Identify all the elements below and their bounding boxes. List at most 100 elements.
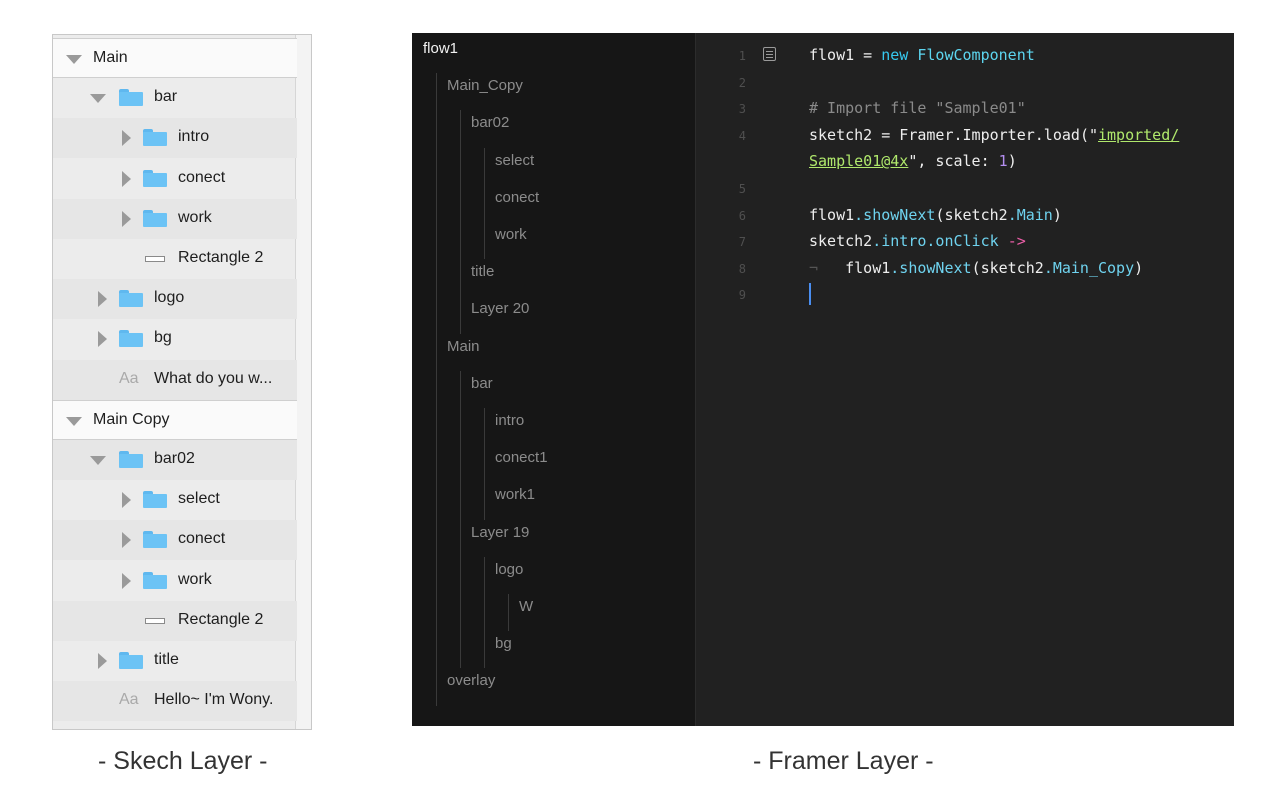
tree-item[interactable]: Main: [447, 338, 480, 355]
layer-row[interactable]: title: [53, 641, 297, 681]
disclosure-right-icon[interactable]: [98, 653, 107, 669]
tree-item[interactable]: bg: [495, 635, 512, 652]
tree-item[interactable]: bar02: [471, 114, 509, 131]
layer-label: conect: [178, 530, 226, 548]
layer-row[interactable]: Rectangle 2: [53, 600, 297, 641]
disclosure-right-icon[interactable]: [122, 170, 131, 187]
code-line[interactable]: # Import file "Sample01": [809, 99, 1026, 117]
tree-item[interactable]: conect1: [495, 449, 548, 466]
tree-item[interactable]: select: [495, 152, 534, 169]
line-number: 7: [738, 235, 746, 250]
code-token: # Import file "Sample01": [809, 99, 1026, 118]
disclosure-down-icon[interactable]: [66, 416, 82, 426]
layer-row[interactable]: logo: [53, 279, 297, 320]
layer-row[interactable]: Main: [53, 38, 297, 78]
disclosure-right-icon[interactable]: [122, 532, 131, 549]
document-icon[interactable]: [763, 47, 776, 61]
layer-label: intro: [178, 128, 210, 146]
code-token: (sketch2: [971, 258, 1044, 277]
tree-item[interactable]: flow1: [423, 40, 458, 57]
sketch-layer-panel: Main bar intro conect work Rectangle 2 logo bg A…: [52, 34, 312, 730]
layer-row[interactable]: Aa What do you w...: [53, 359, 297, 400]
disclosure-right-icon[interactable]: [122, 492, 131, 509]
disclosure-right-icon[interactable]: [122, 572, 131, 589]
layer-row[interactable]: conect: [53, 520, 297, 561]
code-line[interactable]: Sample01@4x", scale: 1): [809, 152, 1017, 170]
code-token: .Importer.load: [953, 125, 1080, 144]
layer-label: bar02: [154, 450, 195, 467]
layer-row[interactable]: select: [53, 480, 297, 520]
layer-row[interactable]: work: [53, 198, 297, 239]
code-token: flow1 =: [809, 46, 882, 64]
tree-item[interactable]: logo: [495, 561, 523, 578]
code-token: imported/: [1098, 125, 1180, 144]
code-token: FlowComponent: [917, 46, 1035, 64]
folder-icon: [143, 531, 167, 549]
layer-label: bg: [154, 329, 172, 347]
line-number: 6: [738, 208, 746, 223]
tree-item[interactable]: work: [495, 226, 527, 243]
tree-item[interactable]: Main_Copy: [447, 77, 523, 94]
code-token: ): [1007, 152, 1017, 171]
code-token: ): [1052, 205, 1062, 224]
layer-row[interactable]: Main Copy: [53, 399, 297, 440]
tree-item[interactable]: Layer 20: [471, 300, 529, 317]
rectangle-icon: [145, 617, 165, 624]
layer-row[interactable]: work: [53, 561, 297, 601]
tree-item[interactable]: conect: [495, 189, 539, 206]
layer-row[interactable]: intro: [53, 118, 297, 159]
layer-label: conect: [178, 168, 226, 186]
code-editor[interactable]: 1 flow1 = new FlowComponent 2 3 # Import fil…: [696, 33, 1234, 726]
folder-icon: [143, 491, 167, 509]
code-line[interactable]: flow1 = new FlowComponent: [809, 46, 1035, 64]
tree-item[interactable]: overlay: [447, 672, 495, 689]
folder-icon: [119, 451, 143, 468]
disclosure-right-icon[interactable]: [98, 331, 107, 348]
code-line[interactable]: sketch2 = Framer.Importer.load("imported…: [809, 126, 1179, 144]
layer-row[interactable]: Rectangle 2: [53, 239, 297, 279]
layer-row[interactable]: Aa Hello~ I'm Wony.: [53, 681, 297, 722]
disclosure-down-icon[interactable]: [90, 456, 106, 465]
layer-label: What do you w...: [154, 369, 273, 387]
tree-item[interactable]: bar: [471, 375, 493, 392]
layer-label: work: [178, 570, 212, 588]
line-number: 2: [738, 75, 746, 90]
disclosure-right-icon[interactable]: [98, 291, 107, 308]
code-token: .showNext: [890, 258, 972, 277]
disclosure-right-icon[interactable]: [122, 130, 131, 147]
layer-row[interactable]: bar02: [53, 440, 297, 480]
layer-label: work: [178, 208, 212, 226]
tree-item[interactable]: title: [471, 263, 494, 280]
tree-guide-line: [484, 408, 485, 520]
disclosure-down-icon[interactable]: [66, 55, 82, 64]
code-token: sketch2: [809, 232, 873, 251]
line-number: 8: [738, 261, 746, 276]
framer-layer-tree: flow1 Main_Copy bar02 select conect work title…: [412, 33, 696, 726]
folder-icon: [143, 129, 167, 147]
tree-guide-line: [436, 73, 437, 706]
code-line[interactable]: ¬ flow1.showNext(sketch2.Main_Copy): [809, 259, 1143, 277]
code-line[interactable]: flow1.showNext(sketch2.Main): [809, 206, 1062, 224]
disclosure-right-icon[interactable]: [122, 210, 131, 227]
layer-label: Rectangle 2: [178, 610, 264, 628]
code-line[interactable]: sketch2.intro.onClick ->: [809, 232, 1026, 250]
line-number: 1: [738, 49, 746, 63]
code-token: .Main_Copy: [1043, 258, 1135, 277]
layer-label: bar: [154, 88, 178, 106]
tree-item[interactable]: Layer 19: [471, 524, 529, 541]
folder-icon: [119, 652, 143, 669]
code-token: new: [881, 46, 909, 64]
layer-row[interactable]: bar: [53, 78, 297, 118]
disclosure-down-icon[interactable]: [90, 94, 106, 104]
tree-item[interactable]: work1: [495, 486, 535, 503]
tree-item[interactable]: W: [519, 598, 533, 615]
folder-icon: [143, 169, 167, 187]
tree-item[interactable]: intro: [495, 412, 524, 429]
folder-icon: [143, 209, 167, 227]
code-token: ¬: [809, 258, 819, 277]
text-cursor: [809, 283, 811, 305]
rectangle-icon: [145, 256, 165, 262]
layer-row[interactable]: bg: [53, 319, 297, 359]
scrollbar[interactable]: [295, 35, 311, 729]
layer-row[interactable]: conect: [53, 159, 297, 199]
